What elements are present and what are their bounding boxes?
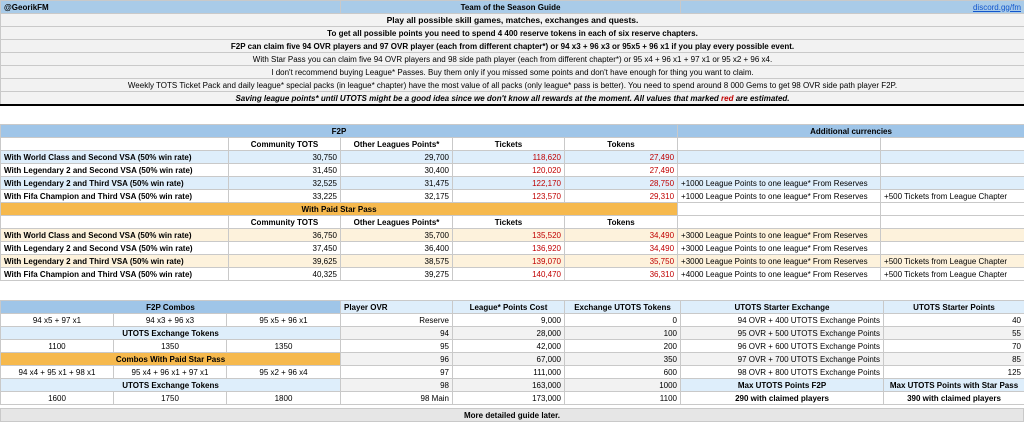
additional-currencies-header: Additional currencies (677, 124, 1024, 138)
max-points-star-value: 390 with claimed players (883, 391, 1024, 405)
footer-note: More detailed guide later. (0, 408, 1024, 422)
col-exchange-tokens: Exchange UTOTS Tokens (564, 300, 681, 314)
col-tokens: Tokens (563, 137, 679, 151)
guide-line-2: To get all possible points you need to s… (0, 26, 1024, 40)
table-row: With Legendary 2 and Second VSA (50% win… (0, 241, 1024, 255)
col-starter-exchange: UTOTS Starter Exchange (680, 300, 884, 314)
guide-line-5: I don't recommend buying League* Passes.… (0, 65, 1024, 79)
table-row: With Fifa Champion and Third VSA (50% wi… (0, 189, 1024, 203)
table-row: With World Class and Second VSA (50% win… (0, 228, 1024, 242)
max-points-f2p-value: 290 with claimed players (680, 391, 884, 405)
max-points-f2p-header: Max UTOTS Points F2P (680, 378, 884, 392)
ovr-cost-table: Player OVR League* Points Cost Exchange … (340, 300, 681, 405)
discord-link[interactable]: discord.gg/fm (973, 3, 1021, 12)
guide-line-6: Weekly TOTS Ticket Pack and daily league… (0, 78, 1024, 92)
col-league-points-cost: League* Points Cost (452, 300, 565, 314)
guide-line-4: With Star Pass you can claim five 94 OVR… (0, 52, 1024, 66)
col-other-leagues: Other Leagues Points* (340, 137, 453, 151)
utots-tokens-header: UTOTS Exchange Tokens (0, 326, 342, 340)
table-row: With Legendary 2 and Second VSA (50% win… (0, 163, 1024, 177)
col-tickets: Tickets (452, 137, 565, 151)
author-handle: @GeorikFM (0, 0, 341, 14)
guide-title: Team of the Season Guide (340, 0, 681, 14)
paid-star-pass-header: With Paid Star Pass (0, 202, 679, 216)
guide-table: @GeorikFM Team of the Season Guide disco… (0, 0, 1024, 106)
utots-starter-table: UTOTS Starter Exchange UTOTS Starter Poi… (680, 300, 1024, 405)
col-starter-points: UTOTS Starter Points (883, 300, 1024, 314)
table-row: With Legendary 2 and Third VSA (50% win … (0, 254, 1024, 268)
table-row: With World Class and Second VSA (50% win… (0, 150, 1024, 164)
table-row: With Fifa Champion and Third VSA (50% wi… (0, 267, 1024, 281)
paid-combos-header: Combos With Paid Star Pass (0, 352, 342, 366)
table-row: With Legendary 2 and Third VSA (50% win … (0, 176, 1024, 190)
col-community-tots: Community TOTS (228, 137, 341, 151)
col-player-ovr: Player OVR (340, 300, 453, 314)
points-table: F2P Additional currencies Community TOTS… (0, 124, 1024, 281)
f2p-combos-header: F2P Combos (0, 300, 342, 314)
f2p-header: F2P (0, 124, 679, 138)
footer-table: More detailed guide later. (0, 408, 1024, 422)
estimate-note: Saving league points* until UTOTS might … (0, 91, 1024, 106)
guide-line-3: F2P can claim five 94 OVR players and 97… (0, 39, 1024, 53)
guide-line-1: Play all possible skill games, matches, … (0, 13, 1024, 27)
max-points-star-header: Max UTOTS Points with Star Pass (883, 378, 1024, 392)
spreadsheet: @GeorikFM Team of the Season Guide disco… (0, 0, 1024, 422)
combos-table: F2P Combos 94 x5 + 97 x1 94 x3 + 96 x3 95 … (0, 300, 342, 405)
